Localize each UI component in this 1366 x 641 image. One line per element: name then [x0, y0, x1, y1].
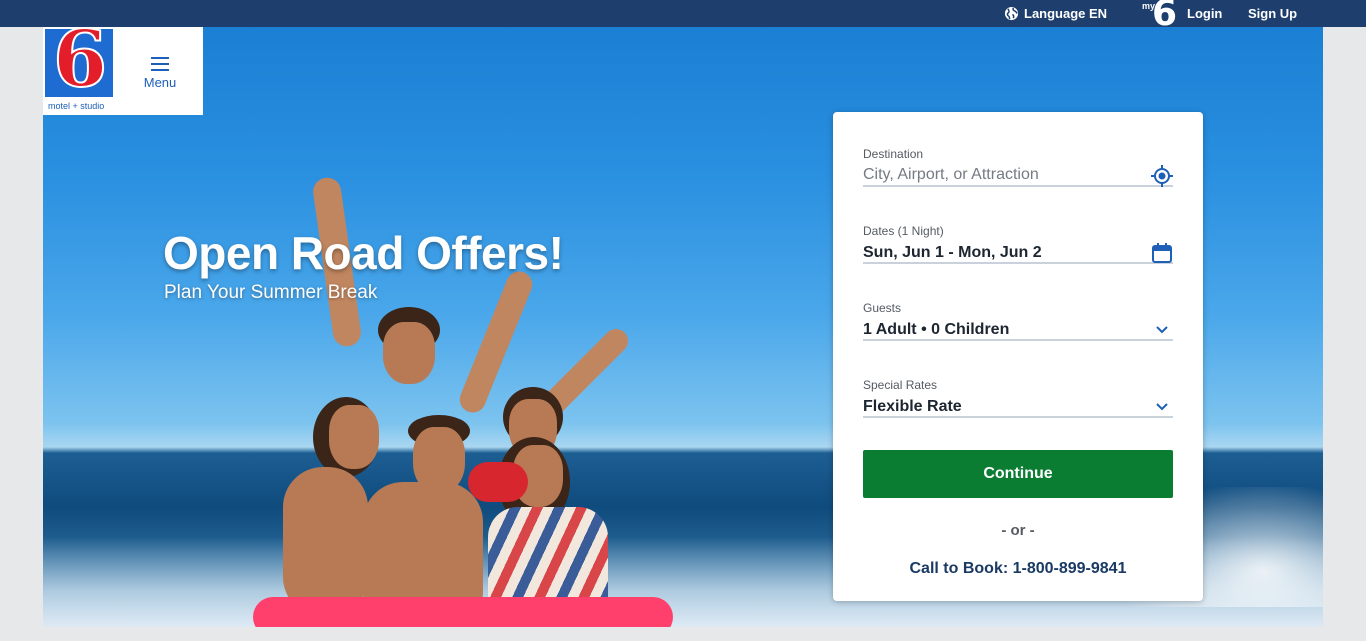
- dates-field[interactable]: Dates (1 Night) Sun, Jun 1 - Mon, Jun 2: [863, 224, 1173, 264]
- or-divider: - or -: [1001, 522, 1035, 539]
- special-rates-field[interactable]: Special Rates Flexible Rate: [863, 378, 1173, 418]
- destination-input[interactable]: [863, 166, 1143, 184]
- calendar-icon[interactable]: [1151, 242, 1173, 264]
- booking-widget: Destination Dates (1 Night) Sun, Jun 1 -…: [833, 112, 1203, 601]
- chevron-down-icon[interactable]: [1151, 319, 1173, 341]
- location-target-icon[interactable]: [1151, 165, 1173, 187]
- hero-title: Open Road Offers!: [163, 227, 564, 279]
- motel6-logo[interactable]: 6: [45, 29, 113, 97]
- language-selector[interactable]: Language EN: [1004, 6, 1107, 21]
- login-link[interactable]: Login: [1187, 6, 1222, 21]
- hamburger-icon: [151, 57, 169, 71]
- dates-label: Dates (1 Night): [863, 224, 944, 238]
- my6-logo-six: 6: [1152, 0, 1178, 27]
- call-to-book-link[interactable]: Call to Book: 1-800-899-9841: [833, 560, 1203, 578]
- destination-label: Destination: [863, 147, 924, 161]
- language-label: Language EN: [1024, 6, 1108, 21]
- chevron-down-icon[interactable]: [1151, 396, 1173, 418]
- my6-logo[interactable]: my 6: [1142, 0, 1180, 27]
- menu-label: Menu: [143, 75, 177, 90]
- destination-field[interactable]: Destination: [863, 147, 1173, 187]
- hero-subtitle: Plan Your Summer Break: [164, 282, 378, 303]
- special-rates-value: Flexible Rate: [863, 398, 962, 415]
- logo-six-mark: 6: [52, 29, 108, 97]
- guests-field[interactable]: Guests 1 Adult • 0 Children: [863, 301, 1173, 341]
- top-utility-bar: Language EN my 6 Login Sign Up: [0, 0, 1366, 27]
- continue-button[interactable]: Continue: [863, 450, 1173, 498]
- globe-icon: [1004, 6, 1019, 21]
- menu-button[interactable]: Menu: [141, 57, 179, 97]
- brand-header: 6 motel + studio Menu: [43, 27, 203, 115]
- special-rates-label: Special Rates: [863, 378, 938, 392]
- logo-subtitle: motel + studio: [48, 101, 105, 111]
- dates-value: Sun, Jun 1 - Mon, Jun 2: [863, 244, 1042, 261]
- signup-link[interactable]: Sign Up: [1248, 6, 1297, 21]
- guests-label: Guests: [863, 301, 902, 315]
- guests-value: 1 Adult • 0 Children: [863, 321, 1010, 338]
- group-of-friends-photo: [233, 137, 713, 627]
